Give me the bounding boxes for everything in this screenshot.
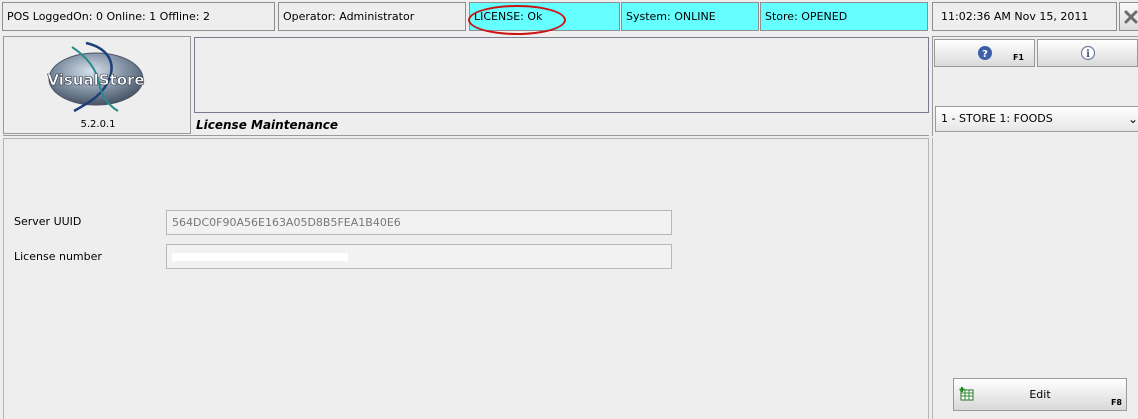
visualstore-logo: VisualStore xyxy=(47,41,145,113)
edit-button[interactable]: Edit F8 xyxy=(953,378,1127,411)
info-button[interactable]: i xyxy=(1037,39,1138,67)
status-bar: POS LoggedOn: 0 Online: 1 Offline: 2 Ope… xyxy=(0,0,1138,34)
edit-key: F8 xyxy=(1110,398,1122,407)
server-uuid-field[interactable]: 564DC0F90A56E163A05D8B5FEA1B40E6 xyxy=(166,210,672,235)
license-number-label: License number xyxy=(14,250,102,263)
operator-status: Operator: Administrator xyxy=(278,2,466,31)
help-icon: ? xyxy=(977,46,992,60)
pos-status: POS LoggedOn: 0 Online: 1 Offline: 2 xyxy=(2,2,275,31)
help-key: F1 xyxy=(1012,53,1024,62)
license-status: LICENSE: Ok xyxy=(469,2,620,31)
store-status: Store: OPENED xyxy=(760,2,928,31)
help-button[interactable]: ? F1 xyxy=(934,39,1035,67)
license-number-field[interactable] xyxy=(166,244,672,269)
store-selector-value: 1 - STORE 1: FOODS xyxy=(941,112,1053,125)
page-title: License Maintenance xyxy=(196,118,339,132)
server-uuid-label: Server UUID xyxy=(14,215,82,228)
svg-text:VisualStore: VisualStore xyxy=(47,71,144,89)
store-selector[interactable]: 1 - STORE 1: FOODS ⌄ xyxy=(935,106,1138,132)
svg-text:?: ? xyxy=(982,49,988,60)
message-panel xyxy=(194,37,929,113)
datetime: 11:02:36 AM Nov 15, 2011 xyxy=(932,2,1117,31)
close-icon xyxy=(1124,10,1138,23)
info-icon: i xyxy=(1080,45,1095,61)
license-form-panel: Server UUID 564DC0F90A56E163A05D8B5FEA1B… xyxy=(3,138,929,419)
header-divider xyxy=(3,135,929,136)
redacted-license-value xyxy=(172,253,348,261)
edit-label: Edit xyxy=(1029,388,1051,401)
right-header-panel: ? F1 i 1 - STORE 1: FOODS ⌄ xyxy=(932,36,1138,136)
close-button[interactable] xyxy=(1119,2,1138,31)
logo-panel: VisualStore 5.2.0.1 xyxy=(3,36,191,134)
action-panel: Edit F8 xyxy=(932,138,1138,419)
system-status: System: ONLINE xyxy=(621,2,759,31)
chevron-down-icon: ⌄ xyxy=(1127,112,1138,126)
version-label: 5.2.0.1 xyxy=(80,119,116,130)
svg-text:i: i xyxy=(1086,49,1090,60)
